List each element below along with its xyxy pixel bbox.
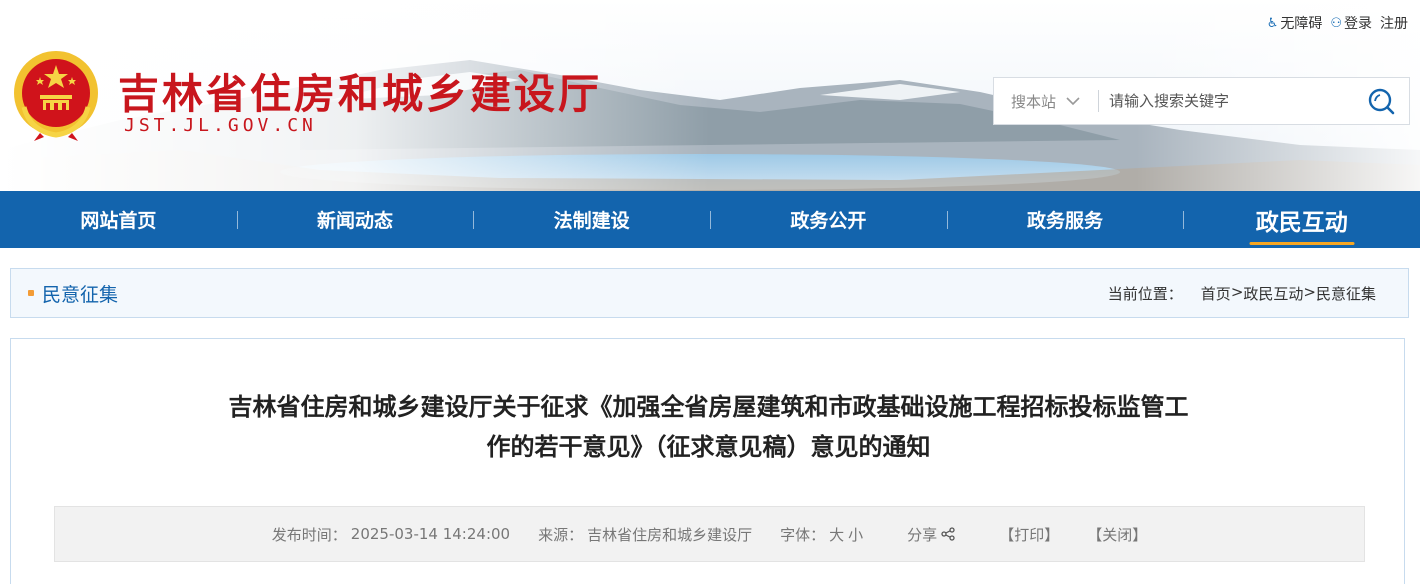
breadcrumb-separator: > [1230, 282, 1244, 301]
breadcrumb-home[interactable]: 首页 [1201, 283, 1231, 304]
section-title: 民意征集 [42, 283, 119, 306]
search-icon [1368, 88, 1395, 115]
site-header: ♿ 无障碍 ⚇ 登录 注册 吉林省住房和城乡建设厅 JST.JL.GOV.CN … [0, 0, 1420, 191]
breadcrumb: 当前位置： 首页 > 政民互动 > 民意征集 [1108, 283, 1376, 304]
search-box: 搜本站 [993, 77, 1410, 125]
article-title: 吉林省住房和城乡建设厅关于征求《加强全省房屋建筑和市政基础设施工程招标投标监管工… [228, 393, 1189, 461]
breadcrumb-separator: > [1303, 282, 1316, 301]
font-large-button[interactable]: 大 [829, 524, 844, 545]
nav-item-interaction[interactable]: 政民互动 [1183, 191, 1420, 248]
search-input[interactable] [1099, 78, 1353, 124]
chevron-down-icon [1066, 96, 1080, 105]
breadcrumb-bar: 民意征集 当前位置： 首页 > 政民互动 > 民意征集 [10, 268, 1409, 318]
publish-time: 发布时间： 2025-03-14 14:24:00 [271, 525, 511, 544]
accessibility-icon: ♿ [1266, 15, 1279, 31]
search-scope-select[interactable]: 搜本站 [994, 78, 1098, 124]
nav-item-home[interactable]: 网站首页 [0, 191, 237, 248]
close-button[interactable]: 【关闭】 [1087, 524, 1147, 545]
breadcrumb-interaction[interactable]: 政民互动 [1243, 283, 1303, 304]
breadcrumb-label: 当前位置： [1107, 284, 1183, 303]
font-size-control: 字体： 大 小 [780, 524, 864, 545]
search-button[interactable] [1353, 78, 1409, 124]
user-icon: ⚇ [1330, 15, 1342, 31]
site-domain: JST.JL.GOV.CN [124, 115, 317, 136]
article-panel: 吉林省住房和城乡建设厅关于征求《加强全省房屋建筑和市政基础设施工程招标投标监管工… [10, 338, 1405, 584]
print-button[interactable]: 【打印】 [999, 524, 1059, 545]
register-link[interactable]: 注册 [1380, 13, 1408, 33]
breadcrumb-current[interactable]: 民意征集 [1316, 283, 1376, 304]
top-links: ♿ 无障碍 ⚇ 登录 注册 [1267, 13, 1408, 33]
national-emblem-logo[interactable] [10, 47, 102, 143]
nav-item-services[interactable]: 政务服务 [946, 191, 1184, 248]
share-icon [941, 527, 955, 541]
site-title[interactable]: 吉林省住房和城乡建设厅 [118, 60, 602, 120]
login-link[interactable]: ⚇ 登录 [1330, 13, 1372, 33]
share-button[interactable]: 分享 [907, 524, 955, 545]
nav-item-news[interactable]: 新闻动态 [236, 191, 474, 248]
article-source: 来源： 吉林省住房和城乡建设厅 [538, 525, 753, 544]
nav-item-government-affairs[interactable]: 政务公开 [710, 191, 947, 248]
font-small-button[interactable]: 小 [848, 524, 863, 545]
accessibility-link[interactable]: ♿ 无障碍 [1267, 13, 1323, 33]
main-nav: 网站首页 新闻动态 法制建设 政务公开 政务服务 政民互动 [0, 191, 1420, 248]
nav-item-legal[interactable]: 法制建设 [473, 191, 710, 248]
section-marker-icon [28, 290, 34, 296]
article-meta-bar: 发布时间： 2025-03-14 14:24:00 来源： 吉林省住房和城乡建设厅 … [54, 506, 1365, 562]
